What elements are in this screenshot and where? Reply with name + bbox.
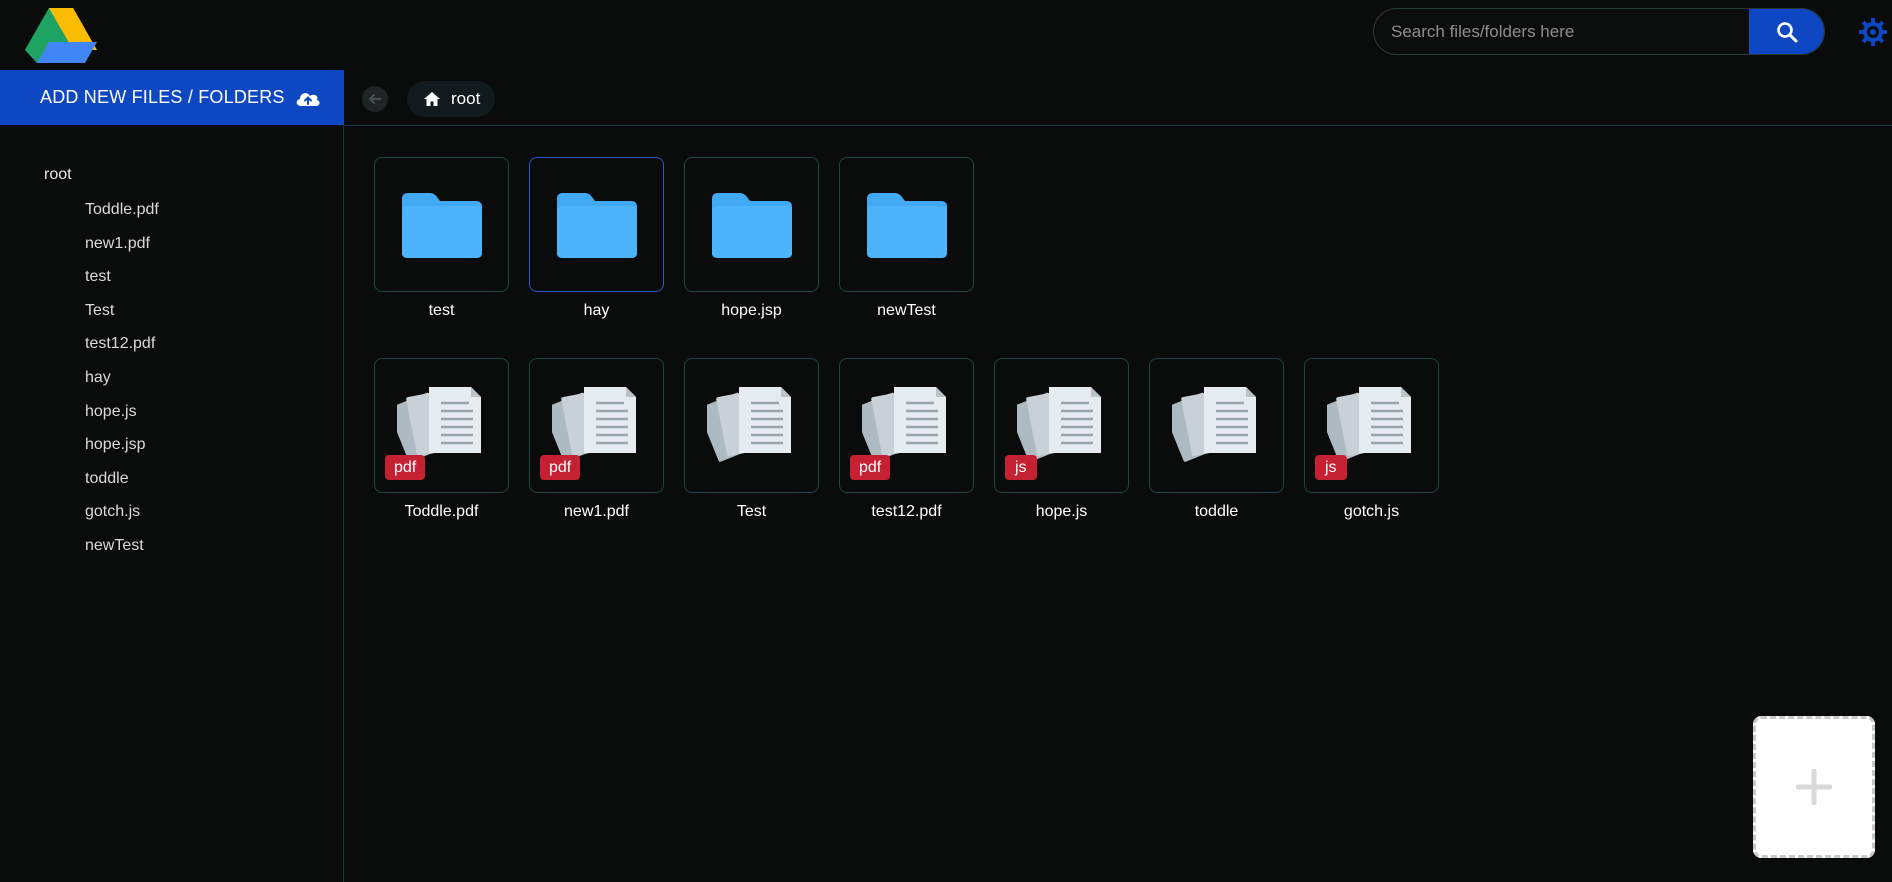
tree-root[interactable]: root <box>44 166 72 184</box>
tree-item[interactable]: hope.jsp <box>85 436 159 470</box>
folder-icon <box>711 192 792 258</box>
folder-name: newTest <box>877 302 936 319</box>
file-type-badge: pdf <box>540 455 581 480</box>
document-stack-icon <box>706 386 791 462</box>
folder-tile[interactable]: test <box>374 157 509 320</box>
breadcrumb-label: root <box>451 89 481 108</box>
folder-tile[interactable]: newTest <box>839 157 974 320</box>
file-name: Toddle.pdf <box>404 503 479 520</box>
file-tile[interactable]: Test <box>684 358 819 521</box>
file-tree: Toddle.pdf new1.pdf test Test test12.pdf hay h… <box>85 201 159 571</box>
tree-item[interactable]: new1.pdf <box>85 235 159 269</box>
cloud-upload-icon <box>295 88 321 108</box>
breadcrumb-root[interactable]: root <box>407 81 496 117</box>
file-type-badge: js <box>1005 455 1037 480</box>
tree-item[interactable]: newTest <box>85 537 159 571</box>
folder-icon <box>866 192 947 258</box>
folder-tile[interactable]: hope.jsp <box>684 157 819 320</box>
file-thumbnail[interactable]: pdf <box>374 358 509 493</box>
file-thumbnail[interactable] <box>1149 358 1284 493</box>
home-icon <box>423 91 441 107</box>
file-tile[interactable]: toddle <box>1149 358 1284 521</box>
folder-thumbnail[interactable] <box>374 157 509 292</box>
folder-name: hope.jsp <box>721 302 782 319</box>
search-button[interactable] <box>1749 9 1824 54</box>
file-tile[interactable]: pdf new1.pdf <box>529 358 664 521</box>
file-type-badge: js <box>1315 455 1347 480</box>
tree-item[interactable]: test <box>85 268 159 302</box>
tree-item[interactable]: hay <box>85 369 159 403</box>
file-tile[interactable]: pdf test12.pdf <box>839 358 974 521</box>
file-thumbnail[interactable]: js <box>994 358 1129 493</box>
plus-icon <box>1796 769 1832 805</box>
folder-tile[interactable]: hay <box>529 157 664 320</box>
add-new-files-button[interactable]: ADD NEW FILES / FOLDERS <box>0 70 344 125</box>
top-bar <box>0 0 1892 70</box>
file-name: toddle <box>1194 503 1239 520</box>
tree-item[interactable]: Toddle.pdf <box>85 201 159 235</box>
file-tile[interactable]: js gotch.js <box>1304 358 1439 521</box>
search-icon <box>1776 21 1797 42</box>
tree-item[interactable]: gotch.js <box>85 503 159 537</box>
file-type-badge: pdf <box>385 455 426 480</box>
folder-grid: test hay hope.jsp newTest <box>374 157 974 320</box>
folder-icon <box>401 192 482 258</box>
tree-item[interactable]: Test <box>85 302 159 336</box>
file-thumbnail[interactable] <box>684 358 819 493</box>
file-name: Test <box>736 503 767 520</box>
file-name: hope.js <box>1035 503 1088 520</box>
arrow-left-icon <box>368 94 381 104</box>
file-name: new1.pdf <box>564 503 629 520</box>
file-thumbnail[interactable]: pdf <box>839 358 974 493</box>
document-stack-icon <box>1171 386 1256 462</box>
folder-name: test <box>428 302 455 319</box>
upload-dropzone[interactable] <box>1753 716 1875 858</box>
add-button-label: ADD NEW FILES / FOLDERS <box>40 87 285 107</box>
folder-thumbnail[interactable] <box>529 157 664 292</box>
file-thumbnail[interactable]: js <box>1304 358 1439 493</box>
folder-name: hay <box>583 302 610 319</box>
google-drive-logo[interactable] <box>24 6 98 64</box>
search-input[interactable] <box>1374 9 1750 54</box>
file-name: gotch.js <box>1343 503 1400 520</box>
sidebar: ADD NEW FILES / FOLDERS root Toddle.pdf n… <box>0 70 344 882</box>
file-thumbnail[interactable]: pdf <box>529 358 664 493</box>
file-tile[interactable]: pdf Toddle.pdf <box>374 358 509 521</box>
search-bar <box>1373 8 1825 55</box>
back-button[interactable] <box>362 86 388 112</box>
folder-thumbnail[interactable] <box>839 157 974 292</box>
folder-thumbnail[interactable] <box>684 157 819 292</box>
tree-item[interactable]: hope.js <box>85 403 159 437</box>
file-tile[interactable]: js hope.js <box>994 358 1129 521</box>
file-grid: pdf Toddle.pdf pdf new1.pdf Test pdf test12.pd… <box>374 358 1439 521</box>
file-type-badge: pdf <box>850 455 891 480</box>
breadcrumb: root <box>344 70 1892 126</box>
gear-icon[interactable] <box>1858 17 1888 47</box>
folder-icon <box>556 192 637 258</box>
tree-item[interactable]: test12.pdf <box>85 335 159 369</box>
file-name: test12.pdf <box>871 503 942 520</box>
tree-item[interactable]: toddle <box>85 470 159 504</box>
